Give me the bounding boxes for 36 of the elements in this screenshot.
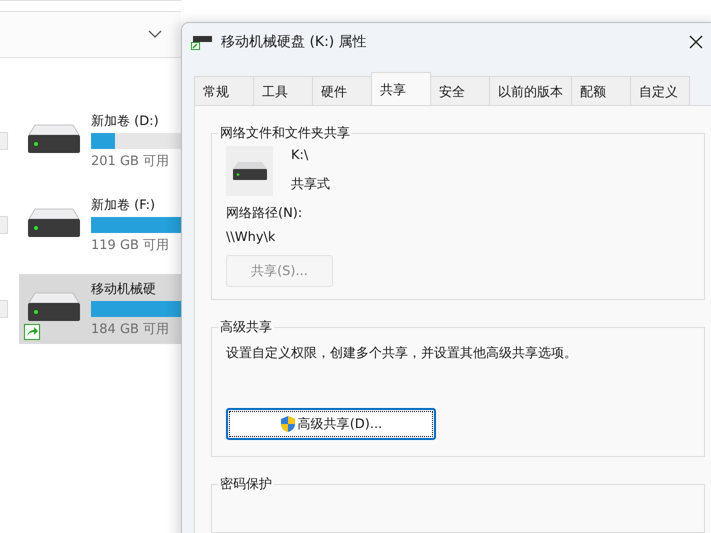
group-title: 密码保护 [219,476,273,493]
chevron-down-icon[interactable] [148,30,162,38]
tab[interactable]: 安全 [430,76,490,105]
network-path-label: 网络路径(N): [226,205,302,222]
share-status: 共享式 [291,176,330,193]
tab[interactable]: 以前的版本 [489,76,572,105]
network-path: \\Why\k [226,230,276,245]
sidebar-item[interactable] [0,216,8,234]
drive-name: 移动机械硬 [91,281,157,298]
group-title: 网络文件和文件夹共享 [219,125,351,142]
tab[interactable]: 硬件 [312,76,372,105]
close-icon[interactable] [689,35,703,49]
sidebar-item[interactable] [0,132,8,150]
drive-letter: K:\ [291,148,310,163]
hard-drive-icon [27,291,81,323]
shield-icon [280,415,296,433]
hard-drive-icon [27,207,81,239]
tab[interactable]: 工具 [253,76,313,105]
window-title: 移动机械硬盘 (K:) 属性 [221,33,367,51]
advanced-sharing-button[interactable]: 高级共享(D)... [226,408,436,440]
free-space: 119 GB 可用 [91,237,170,254]
sidebar-item[interactable] [0,300,8,318]
drive-tile[interactable]: 移动机械硬 184 GB 可用 [19,274,181,344]
free-space: 201 GB 可用 [91,153,170,170]
drive-name: 新加卷 (F:) [91,197,156,214]
tab[interactable]: 常规 [194,76,254,105]
hard-drive-icon [27,123,81,155]
group-title: 高级共享 [219,319,273,336]
drive-icon [191,34,213,50]
tab[interactable]: 共享 [371,72,431,105]
hard-drive-icon [232,161,268,181]
tab[interactable]: 配额 [571,76,631,105]
description-text: 设置自定义权限，创建多个共享，并设置其他高级共享选项。 [226,345,578,362]
tab[interactable]: 自定义 [630,76,690,105]
drive-name: 新加卷 (D:) [91,113,160,130]
free-space: 184 GB 可用 [91,321,170,338]
